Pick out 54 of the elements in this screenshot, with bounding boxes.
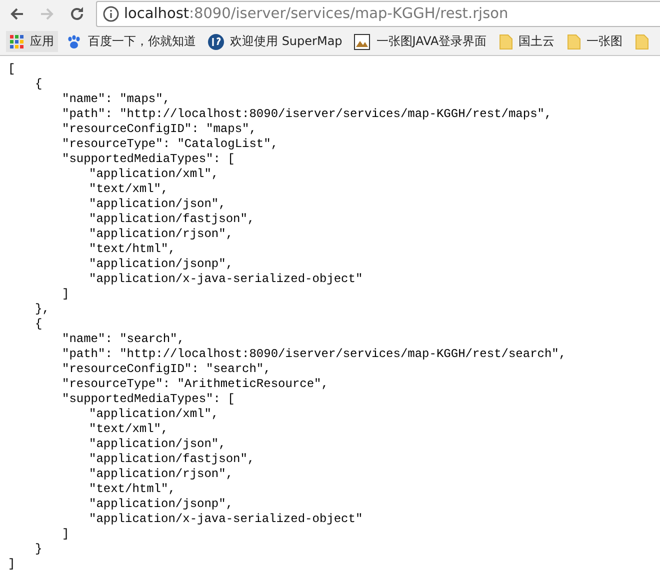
code-line: "resourceType": "ArithmeticResource", <box>62 377 328 392</box>
code-line: { <box>35 317 42 332</box>
code-line: "resourceType": "CatalogList", <box>62 137 278 152</box>
code-line: "supportedMediaTypes": [ <box>62 152 235 167</box>
reload-icon <box>69 6 85 22</box>
code-line: "text/xml", <box>89 422 168 437</box>
bookmark[interactable]: 一张图JAVA登录界面 <box>350 31 491 52</box>
code-line: "application/fastjson", <box>89 452 255 467</box>
code-line: "application/x-java-serialized-object" <box>89 512 363 527</box>
code-line: "text/html", <box>89 482 176 497</box>
code-line: ] <box>62 527 70 542</box>
code-line: "application/json", <box>89 197 226 212</box>
code-line: "path": "http://localhost:8090/iserver/services/map-KGGH/rest/maps", <box>62 107 552 122</box>
url-host: localhost <box>124 6 190 22</box>
code-line: "application/jsonp", <box>89 497 234 512</box>
code-line: }, <box>35 302 50 317</box>
bookmark[interactable]: 一张图 <box>562 31 627 52</box>
code-line: } <box>35 542 42 557</box>
code-line: "name": "maps", <box>62 92 170 107</box>
code-line: "application/rjson", <box>89 467 234 482</box>
code-line: ] <box>8 557 16 572</box>
right-arrow-icon <box>39 6 55 22</box>
left-arrow-icon <box>9 6 25 22</box>
code-line: ] <box>62 287 70 302</box>
code-line: { <box>35 77 42 92</box>
bookmark[interactable]: 百度一下，你就知道 <box>62 31 200 52</box>
paw-icon <box>66 34 82 50</box>
code-line: "application/rjson", <box>89 227 234 242</box>
code-line: "application/xml", <box>89 407 219 422</box>
code-line: "text/xml", <box>89 182 168 197</box>
code-line: "resourceConfigID": "maps", <box>62 122 256 137</box>
folder-icon <box>498 34 513 50</box>
code-line: "application/xml", <box>89 167 219 182</box>
round-logo-icon <box>208 34 224 50</box>
code-line: "supportedMediaTypes": [ <box>62 392 235 407</box>
bookmark[interactable]: 国土云 <box>494 31 559 52</box>
apps-grid-icon <box>10 34 24 48</box>
code-line: "application/json", <box>89 437 226 452</box>
info-icon <box>103 6 119 22</box>
url-path: :8090/iserver/services/map-KGGH/rest.rjson <box>189 6 508 22</box>
code-line: "path": "http://localhost:8090/iserver/services/map-KGGH/rest/search", <box>62 347 566 362</box>
code-line: "application/fastjson", <box>89 212 255 227</box>
code-line: "resourceConfigID": "search", <box>62 362 271 377</box>
address-bar[interactable]: localhost:8090/iserver/services/map-KGGH/rest.rjson <box>96 1 660 27</box>
code-line: "application/x-java-serialized-object" <box>89 272 363 287</box>
code-line: "name": "search", <box>62 332 184 347</box>
bookmark[interactable]: 应用 <box>6 31 58 52</box>
bookmark[interactable]: 欢迎使用 SuperMap <box>204 31 346 52</box>
code-line: "text/html", <box>89 242 176 257</box>
folder-icon <box>634 34 649 50</box>
folder-icon <box>566 34 581 50</box>
code-line: "application/jsonp", <box>89 257 234 272</box>
image-icon <box>354 34 370 50</box>
code-line: [ <box>8 62 16 77</box>
